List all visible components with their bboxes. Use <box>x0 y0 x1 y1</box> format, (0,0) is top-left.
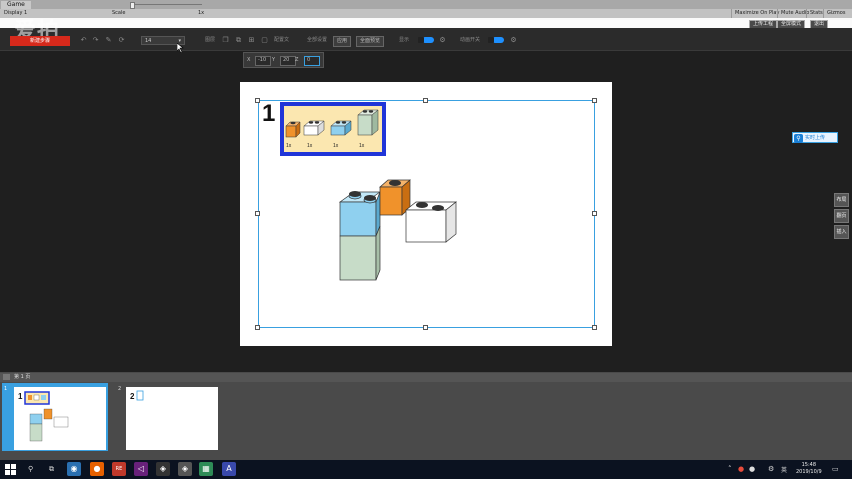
svg-text:2: 2 <box>130 392 135 401</box>
realtime-upload-button[interactable]: ⚲ 实时上传 <box>792 132 838 143</box>
task-view-icon[interactable]: ⧉ <box>49 465 54 474</box>
part-white-brick <box>303 120 325 136</box>
tray-app-icon[interactable]: ● <box>738 465 744 473</box>
maximize-on-play-button[interactable]: Maximize On Play <box>731 9 782 18</box>
unity-game-toolbar: Display 1 Scale 1x Maximize On Play Mute… <box>0 9 852 18</box>
bike-icon: ⚲ <box>794 134 803 143</box>
page-panel-header: 第 1 页 <box>0 373 852 382</box>
paste-icon[interactable]: ⧉ <box>235 37 242 44</box>
resize-handle-t[interactable] <box>423 98 428 103</box>
refresh-icon[interactable]: ⟳ <box>118 37 125 44</box>
y-label: Y <box>272 57 276 63</box>
tall-brick <box>338 191 382 281</box>
new-step-button[interactable]: 新建步骤 <box>10 36 70 46</box>
z-label: Z <box>295 57 299 63</box>
unity-active-icon[interactable]: ◈ <box>178 462 192 476</box>
position-popup: X -10 Y 20 Z 0 <box>243 52 324 68</box>
page-panel-title: 第 1 页 <box>14 374 31 380</box>
upload-label: 实时上传 <box>805 135 826 141</box>
ime-indicator[interactable]: 英 <box>781 465 787 474</box>
page-thumb-1[interactable]: 1 <box>14 387 106 450</box>
all-settings-label: 全部设置 <box>307 37 328 43</box>
windows-taskbar <box>0 460 852 479</box>
gear-icon[interactable]: ⚙ <box>439 37 446 44</box>
part-qty: 1x <box>333 143 339 149</box>
z-input[interactable]: 0 <box>304 56 320 66</box>
search-icon[interactable]: ⚲ <box>28 465 33 473</box>
system-clock[interactable]: 15:48 2019/10/9 <box>796 462 822 476</box>
scale-slider-thumb[interactable] <box>130 2 135 9</box>
svg-text:1: 1 <box>18 392 23 401</box>
page-side-button[interactable]: 翻页 <box>834 209 849 223</box>
anim-toggle-knob <box>488 37 494 43</box>
notification-icon[interactable]: ▭ <box>832 465 839 473</box>
show-toggle-knob <box>418 37 424 43</box>
layer-label: 图层 <box>205 37 216 43</box>
app-red-icon[interactable]: RE <box>112 462 126 476</box>
orange-brick <box>379 179 411 216</box>
insert-side-button[interactable]: 插入 <box>834 225 849 239</box>
page-thumb-2[interactable]: 2 <box>126 387 218 450</box>
x-label: X <box>247 57 251 63</box>
step-number: 1 <box>262 100 276 127</box>
resize-handle-tr[interactable] <box>592 98 597 103</box>
show-label: 显示 <box>399 37 410 43</box>
scale-slider-track[interactable] <box>132 4 202 5</box>
clock-time: 15:48 <box>801 462 817 468</box>
clock-date: 2019/10/9 <box>796 469 822 475</box>
thumb-index: 2 <box>118 386 122 392</box>
resize-handle-br[interactable] <box>592 325 597 330</box>
scale-value: 1x <box>198 10 205 16</box>
scale-label: Scale <box>112 10 126 16</box>
visual-studio-icon[interactable]: ◁ <box>134 462 148 476</box>
white-brick <box>405 201 457 243</box>
x-input[interactable]: -10 <box>255 56 271 66</box>
layout-side-button[interactable]: 布局 <box>834 193 849 207</box>
unity-icon[interactable]: ◈ <box>156 462 170 476</box>
game-tab[interactable]: Game <box>1 1 31 9</box>
apply-button[interactable]: 应用 <box>333 36 352 47</box>
undo-icon[interactable]: ↶ <box>80 37 87 44</box>
mode-label: 配置文 <box>274 37 290 43</box>
font-size-value: 14 <box>145 38 152 44</box>
duplicate-icon[interactable]: ⊞ <box>248 37 255 44</box>
gear-icon-2[interactable]: ⚙ <box>510 37 517 44</box>
resize-handle-l[interactable] <box>255 211 260 216</box>
chrome-icon[interactable]: ◉ <box>67 462 81 476</box>
network-icon[interactable]: ⚙ <box>768 465 774 473</box>
gizmos-button[interactable]: Gizmos <box>823 9 848 18</box>
resize-handle-tl[interactable] <box>255 98 260 103</box>
part-qty: 1x <box>359 143 365 149</box>
unity-tab-bar <box>0 0 852 9</box>
resize-handle-r[interactable] <box>592 211 597 216</box>
page-icon <box>3 374 10 380</box>
part-qty: 1x <box>307 143 313 149</box>
frame-icon[interactable]: ▢ <box>261 37 268 44</box>
y-input[interactable]: 20 <box>280 56 296 66</box>
app-green-icon[interactable]: ▦ <box>199 462 213 476</box>
copy-icon[interactable]: ❐ <box>222 37 229 44</box>
game-tab-label: Game <box>7 1 25 8</box>
thumb-index: 1 <box>4 386 8 392</box>
app-blue-icon[interactable]: A <box>222 462 236 476</box>
tray-chevron-icon[interactable]: ˄ <box>728 465 732 473</box>
resize-handle-b[interactable] <box>423 325 428 330</box>
redo-icon[interactable]: ↷ <box>92 37 99 44</box>
firefox-icon[interactable]: ● <box>90 462 104 476</box>
assembly-illustration <box>338 179 457 281</box>
resize-handle-bl[interactable] <box>255 325 260 330</box>
part-blue-brick <box>330 120 352 136</box>
full-preview-button[interactable]: 全面预览 <box>356 36 385 47</box>
brush-icon[interactable]: ✎ <box>105 37 112 44</box>
part-orange-brick <box>285 121 301 138</box>
windows-start-icon[interactable] <box>5 464 16 475</box>
part-qty: 1x <box>286 143 292 149</box>
tray-app-icon-2[interactable]: ● <box>749 465 755 473</box>
part-green-brick <box>357 109 379 136</box>
anim-label: 动画开关 <box>460 37 481 43</box>
cursor-icon <box>177 43 184 53</box>
